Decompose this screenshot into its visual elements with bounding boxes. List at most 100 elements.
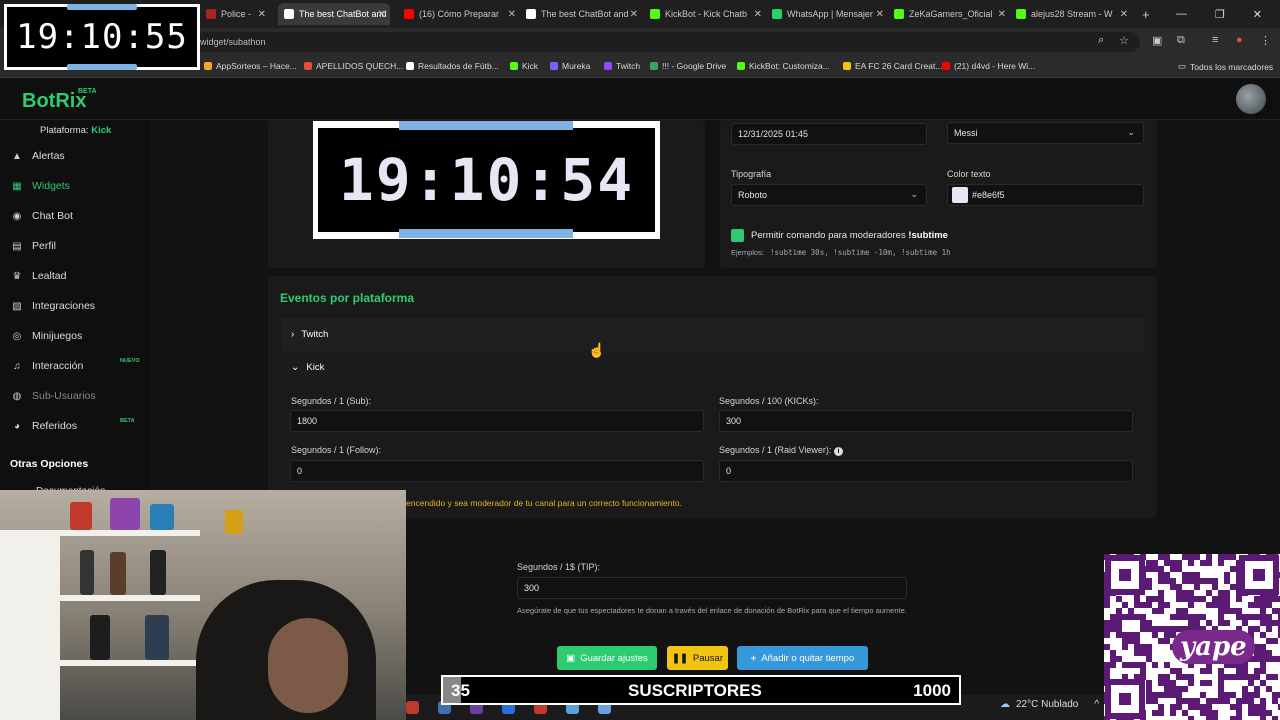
close-tab-icon[interactable]: ✕	[1120, 9, 1128, 20]
tab-favicon-icon	[650, 9, 660, 19]
minimize-icon[interactable]: —	[1176, 8, 1187, 20]
botrix-logo[interactable]: BotRix	[22, 90, 86, 113]
raid-seconds-input[interactable]: 0	[719, 460, 1133, 482]
bookmark-item[interactable]: !!! - Google Drive	[650, 61, 726, 71]
url-text: widget/subathon	[200, 37, 266, 47]
user-avatar[interactable]	[1236, 84, 1266, 114]
bookmark-item[interactable]: AppSorteos – Hace...	[204, 61, 297, 71]
close-tab-icon[interactable]: ✕	[630, 9, 638, 20]
close-tab-icon[interactable]: ✕	[876, 9, 884, 20]
sidebar-item-alertas[interactable]: ▲ Alertas	[10, 145, 65, 167]
kicks-seconds-input[interactable]: 300	[719, 410, 1133, 432]
sub-seconds-label: Segundos / 1 (Sub):	[291, 396, 372, 406]
close-tab-icon[interactable]: ✕	[998, 9, 1006, 20]
tab-label: The best ChatBot and	[299, 9, 387, 19]
sidebar-item-minijuegos[interactable]: ◎ Minijuegos	[10, 325, 83, 347]
browser-tab[interactable]: ZeKaGamers_Oficial ✕	[888, 3, 1010, 25]
bookmark-item[interactable]: (21) d4vd - Here Wi...	[942, 61, 1035, 71]
new-tab-icon[interactable]: +	[1136, 3, 1154, 25]
follow-seconds-input[interactable]: 0	[290, 460, 704, 482]
sidebar-item-sub-usuarios[interactable]: ◍ Sub-Usuarios	[10, 385, 96, 407]
app-icon[interactable]	[406, 701, 419, 714]
browser-tab[interactable]: alejus28 Stream - W ✕	[1010, 3, 1132, 25]
bookmark-favicon-icon	[510, 62, 518, 70]
sidebar-item-widgets[interactable]: ▦ Widgets	[10, 175, 70, 197]
kicks-seconds-value: 300	[726, 416, 742, 426]
subs-current: 35	[451, 681, 470, 700]
bookmark-item[interactable]: EA FC 26 Card Creat...	[843, 61, 942, 71]
profile-icon[interactable]: ●	[1236, 34, 1243, 46]
browser-tab[interactable]: WhatsApp | Mensajer ✕	[766, 3, 888, 25]
browser-tab[interactable]: KickBot - Kick Chatb ✕	[644, 3, 766, 25]
sidebar-item-perfil[interactable]: ▤ Perfil	[10, 235, 56, 257]
pause-icon: ❚❚	[671, 652, 688, 664]
add-remove-time-button[interactable]: + Añadir o quitar tiempo	[737, 646, 868, 670]
style-select-value: Messi	[954, 128, 978, 138]
mouse-cursor: ☝	[588, 342, 606, 358]
sidebar-item-lealtad[interactable]: ♛ Lealtad	[10, 265, 67, 287]
webcam-feed	[0, 490, 406, 720]
puzzle-icon[interactable]: ⧉	[1177, 34, 1185, 47]
browser-tab[interactable]: (16) Cómo Preparar ✕	[398, 3, 520, 25]
save-settings-button[interactable]: ▣ Guardar ajustes	[557, 646, 657, 670]
url-input[interactable]: widget/subathon	[190, 32, 1140, 52]
bookmark-favicon-icon	[406, 62, 414, 70]
bookmark-item[interactable]: Twitch	[604, 61, 640, 71]
typography-select[interactable]: Roboto ⌄	[731, 184, 927, 206]
browser-tab[interactable]: Police - ✕	[200, 3, 270, 25]
mod-command-checkbox[interactable]	[731, 229, 744, 242]
sidebar-badge: BETA	[120, 418, 135, 424]
close-tab-icon[interactable]: ✕	[378, 9, 386, 20]
plug-icon: ▧	[12, 300, 22, 312]
pause-button[interactable]: ❚❚ Pausar	[667, 646, 728, 670]
bookmark-item[interactable]: Kick	[510, 61, 538, 71]
sidebar-item-referidos[interactable]: ◕ Referidos	[10, 415, 77, 437]
style-select[interactable]: Messi ⌄	[947, 122, 1144, 144]
color-swatch[interactable]	[952, 187, 968, 203]
platform-indicator: Plataforma: Kick	[40, 125, 111, 136]
sub-seconds-input[interactable]: 1800	[290, 410, 704, 432]
info-icon[interactable]: i	[833, 447, 843, 456]
bookmark-item[interactable]: Mureka	[550, 61, 590, 71]
accordion-kick[interactable]: ⌄ Kick	[281, 351, 1144, 384]
figure-toy	[110, 552, 126, 595]
end-date-input[interactable]: 12/31/2025 01:45	[731, 123, 927, 145]
maximize-icon[interactable]: ❐	[1215, 8, 1225, 21]
close-tab-icon[interactable]: ✕	[508, 9, 516, 20]
end-date-value: 12/31/2025 01:45	[738, 129, 809, 139]
raid-seconds-value: 0	[726, 466, 732, 476]
bookmark-star-icon[interactable]: ☆	[1119, 34, 1129, 47]
plus-icon: +	[750, 652, 757, 664]
zoom-icon[interactable]: ⌕	[1098, 34, 1104, 47]
close-window-icon[interactable]: ✕	[1253, 8, 1262, 21]
bookmark-item[interactable]: Resultados de Fútb...	[406, 61, 499, 71]
sidebar-item-interacci-n[interactable]: ♫ Interacción	[10, 355, 83, 377]
clock-bottom-bar	[67, 64, 137, 70]
sidebar-item-label: Lealtad	[32, 270, 67, 282]
menu-dots-icon[interactable]: ⋮	[1260, 34, 1271, 47]
shelf-left	[0, 530, 60, 720]
bookmark-item[interactable]: APELLIDOS QUECH...	[304, 61, 403, 71]
all-bookmarks[interactable]: ▭ Todos los marcadores	[1178, 61, 1273, 72]
window-controls: — ❐ ✕	[1176, 0, 1280, 28]
browser-tab[interactable]: The best ChatBot and ✕	[278, 3, 390, 25]
chevron-down-icon: ⌄	[910, 189, 918, 199]
text-color-input[interactable]: #e8e6f5	[947, 184, 1144, 206]
close-tab-icon[interactable]: ✕	[258, 9, 266, 20]
media-icon[interactable]: ≡	[1212, 34, 1218, 46]
sidebar-item-label: Interacción	[32, 360, 84, 372]
weather-text: 22°C Nublado	[1016, 699, 1079, 710]
accordion-twitch[interactable]: › Twitch	[281, 318, 1144, 351]
weather-widget[interactable]: ☁ 22°C Nublado ^	[1000, 699, 1099, 710]
sidebar-item-integraciones[interactable]: ▧ Integraciones	[10, 295, 95, 317]
tip-seconds-input[interactable]: 300	[517, 577, 907, 599]
tab-favicon-icon	[206, 9, 216, 19]
timer-top-bar	[399, 121, 573, 130]
chevron-up-icon[interactable]: ^	[1094, 699, 1099, 710]
close-tab-icon[interactable]: ✕	[754, 9, 762, 20]
kick-label: Kick	[306, 362, 325, 373]
browser-tab[interactable]: The best ChatBot and ✕	[520, 3, 642, 25]
bookmark-item[interactable]: KickBot: Customiza...	[737, 61, 830, 71]
extension-icon[interactable]: ▣	[1152, 34, 1162, 47]
sidebar-item-chat-bot[interactable]: ◉ Chat Bot	[10, 205, 73, 227]
